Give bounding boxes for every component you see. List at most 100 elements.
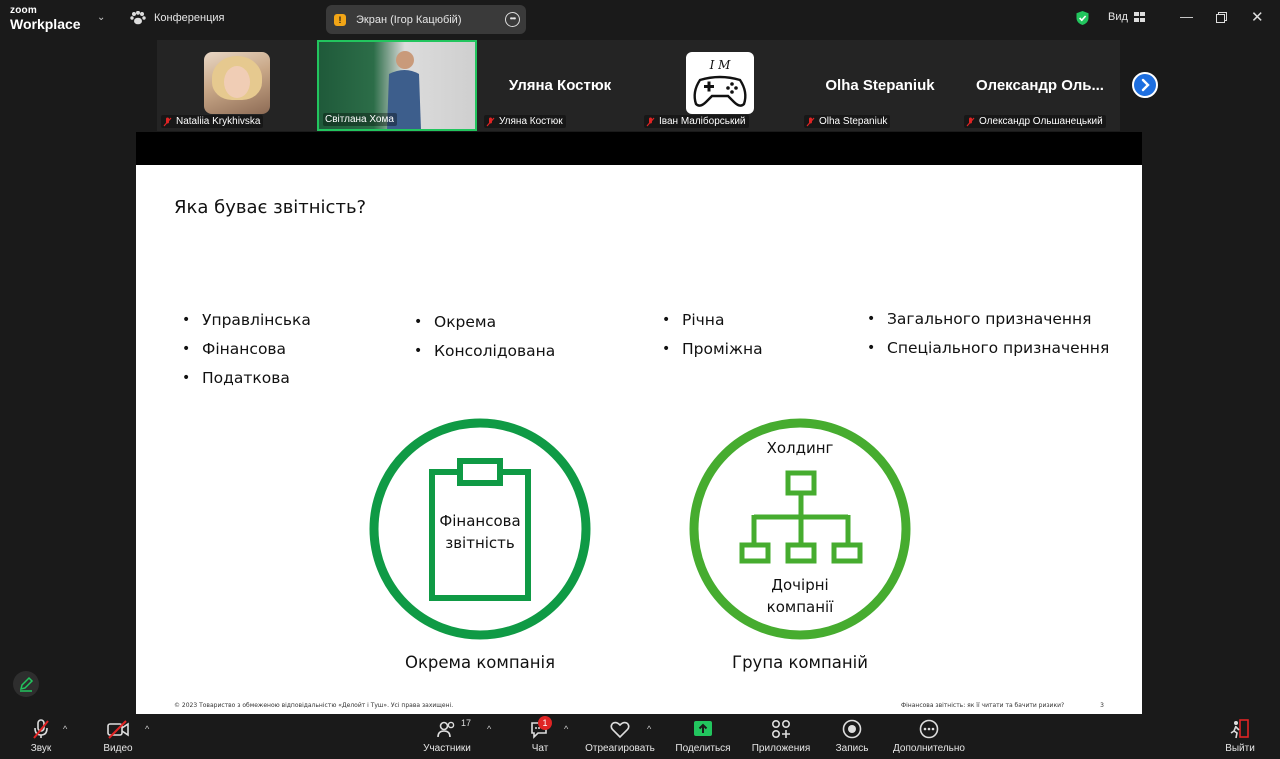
record-icon: [842, 719, 862, 739]
circle2-top-text: Холдинг: [766, 439, 834, 457]
more-button[interactable]: Дополнительно: [890, 718, 968, 754]
participant-tile-active-video[interactable]: Світлана Хома: [317, 40, 477, 131]
circle1-inner-line: Фінансова: [439, 512, 521, 530]
participant-display-name: Olha Stepaniuk: [825, 77, 935, 94]
chevron-down-icon[interactable]: ⌄: [97, 12, 105, 23]
restore-icon[interactable]: [1216, 12, 1227, 23]
circle2-caption: Група компаній: [732, 653, 868, 672]
conference-button[interactable]: Конференция: [130, 11, 224, 25]
react-options-caret[interactable]: ^: [647, 724, 651, 734]
slide-page-number: 3: [1100, 702, 1104, 709]
grid-icon: [1133, 12, 1145, 22]
chat-options-caret[interactable]: ^: [564, 724, 568, 734]
participant-name: Olha Stepaniuk: [819, 116, 888, 127]
participant-name: Іван Маліборський: [659, 116, 746, 127]
participant-tile[interactable]: Olha Stepaniuk Olha Stepaniuk: [800, 40, 960, 131]
audio-options-caret[interactable]: ^: [63, 724, 67, 734]
participants-button[interactable]: 17 Участники: [420, 718, 474, 754]
share-button[interactable]: Поделиться: [674, 718, 732, 754]
share-screen-icon: [694, 721, 712, 736]
avatar: [204, 52, 270, 114]
logo-small-text: zoom: [10, 5, 37, 16]
leave-label: Выйти: [1225, 743, 1255, 754]
heart-icon: [610, 721, 630, 739]
bullet-list-purpose: Загального призначення Спеціального приз…: [861, 305, 1109, 363]
more-icon: [919, 719, 939, 739]
bullet-list-period: Річна Проміжна: [656, 306, 763, 364]
conference-label: Конференция: [154, 12, 225, 24]
shared-slide: Яка буває звітність? Управлінська Фінанс…: [136, 165, 1142, 714]
shield-icon[interactable]: [1075, 10, 1090, 26]
more-options-icon[interactable]: •••: [505, 12, 520, 27]
chat-label: Чат: [531, 743, 549, 754]
circle2-bottom-line: компанії: [766, 598, 834, 616]
mic-off-icon: [163, 117, 172, 126]
list-item: Спеціального призначення: [861, 334, 1109, 363]
react-label: Отреагировать: [585, 743, 655, 754]
participant-tile[interactable]: Nataliia Krykhivska: [157, 40, 317, 131]
participant-tile[interactable]: Олександр Оль... Олександр Ольшанецький: [960, 40, 1120, 131]
list-item: Податкова: [176, 364, 311, 393]
list-item: Річна: [656, 306, 763, 335]
slide-footer-subtitle: Фінансова звітність: як її читати та бач…: [900, 702, 1065, 709]
participant-name: Світлана Хома: [325, 114, 394, 125]
slide-footer-copyright: © 2023 Товариство з обмеженою відповідал…: [174, 702, 454, 709]
participants-count: 17: [461, 718, 472, 728]
audio-button[interactable]: Звук: [24, 718, 58, 754]
participant-tile[interactable]: I M Іван Маліборський: [640, 40, 800, 131]
record-button[interactable]: Запись: [833, 718, 871, 754]
video-label: Видео: [103, 743, 133, 754]
participant-name-tag: Іван Маліборський: [644, 115, 749, 128]
mic-off-icon: [646, 117, 655, 126]
view-button[interactable]: Вид: [1108, 11, 1145, 23]
participant-name-tag: Olha Stepaniuk: [804, 115, 891, 128]
participant-name: Nataliia Krykhivska: [176, 116, 261, 127]
minimize-icon[interactable]: —: [1180, 9, 1193, 24]
mic-off-icon: [486, 117, 495, 126]
apps-icon: [771, 719, 791, 739]
participant-name-tag: Уляна Костюк: [484, 115, 566, 128]
apps-button[interactable]: Приложения: [749, 718, 813, 754]
bullet-list-scope: Окрема Консолідована: [408, 308, 555, 366]
participants-options-caret[interactable]: ^: [487, 724, 491, 734]
participant-name: Олександр Ольшанецький: [979, 116, 1103, 127]
screen-share-indicator[interactable]: ! Экран (Ігор Кацюбій) •••: [326, 5, 526, 34]
annotate-button[interactable]: [13, 671, 39, 697]
participants-label: Участники: [423, 743, 471, 754]
warning-icon: !: [334, 13, 346, 26]
participants-icon: [437, 721, 455, 738]
view-label: Вид: [1108, 11, 1128, 23]
slide-title: Яка буває звітність?: [174, 197, 367, 218]
circle1-caption: Окрема компанія: [404, 653, 556, 672]
zoom-logo: zoom Workplace: [10, 5, 81, 32]
leave-button[interactable]: Выйти: [1222, 718, 1258, 754]
close-icon[interactable]: ✕: [1251, 8, 1264, 26]
next-page-button[interactable]: [1132, 72, 1158, 98]
mic-off-icon: [966, 117, 975, 126]
camera-off-icon: [107, 720, 129, 739]
circle2-bottom-line: Дочірні: [771, 576, 829, 594]
participant-name: Уляна Костюк: [499, 116, 563, 127]
svg-text:I M: I M: [709, 58, 732, 72]
chat-button[interactable]: 1 Чат: [525, 716, 555, 754]
screen-share-label: Экран (Ігор Кацюбій): [356, 13, 462, 26]
participant-display-name: Уляна Костюк: [508, 77, 612, 94]
participants-strip: Nataliia Krykhivska Світлана Хома Уляна …: [157, 40, 1120, 131]
slide-footer-right: Фінансова звітність: як її читати та бач…: [901, 702, 1104, 709]
gamepad-avatar: I M: [686, 52, 754, 114]
paw-icon: [130, 11, 146, 25]
gamepad-icon: I M: [693, 58, 747, 107]
more-label: Дополнительно: [893, 743, 965, 754]
list-item: Загального призначення: [861, 305, 1109, 334]
participant-tile[interactable]: Уляна Костюк Уляна Костюк: [480, 40, 640, 131]
shared-screen-top-bar: [136, 132, 1142, 165]
video-button[interactable]: Видео: [100, 718, 136, 754]
video-options-caret[interactable]: ^: [145, 724, 149, 734]
participant-name-tag: Nataliia Krykhivska: [161, 115, 264, 128]
title-bar: zoom Workplace ⌄ Конференция ! Экран (Іг…: [0, 0, 1280, 38]
mic-off-icon: [806, 117, 815, 126]
apps-label: Приложения: [751, 743, 811, 754]
participant-name-tag: Олександр Ольшанецький: [964, 115, 1106, 128]
react-button[interactable]: Отреагировать: [583, 718, 657, 754]
participant-display-name: Олександр Оль...: [976, 77, 1104, 94]
